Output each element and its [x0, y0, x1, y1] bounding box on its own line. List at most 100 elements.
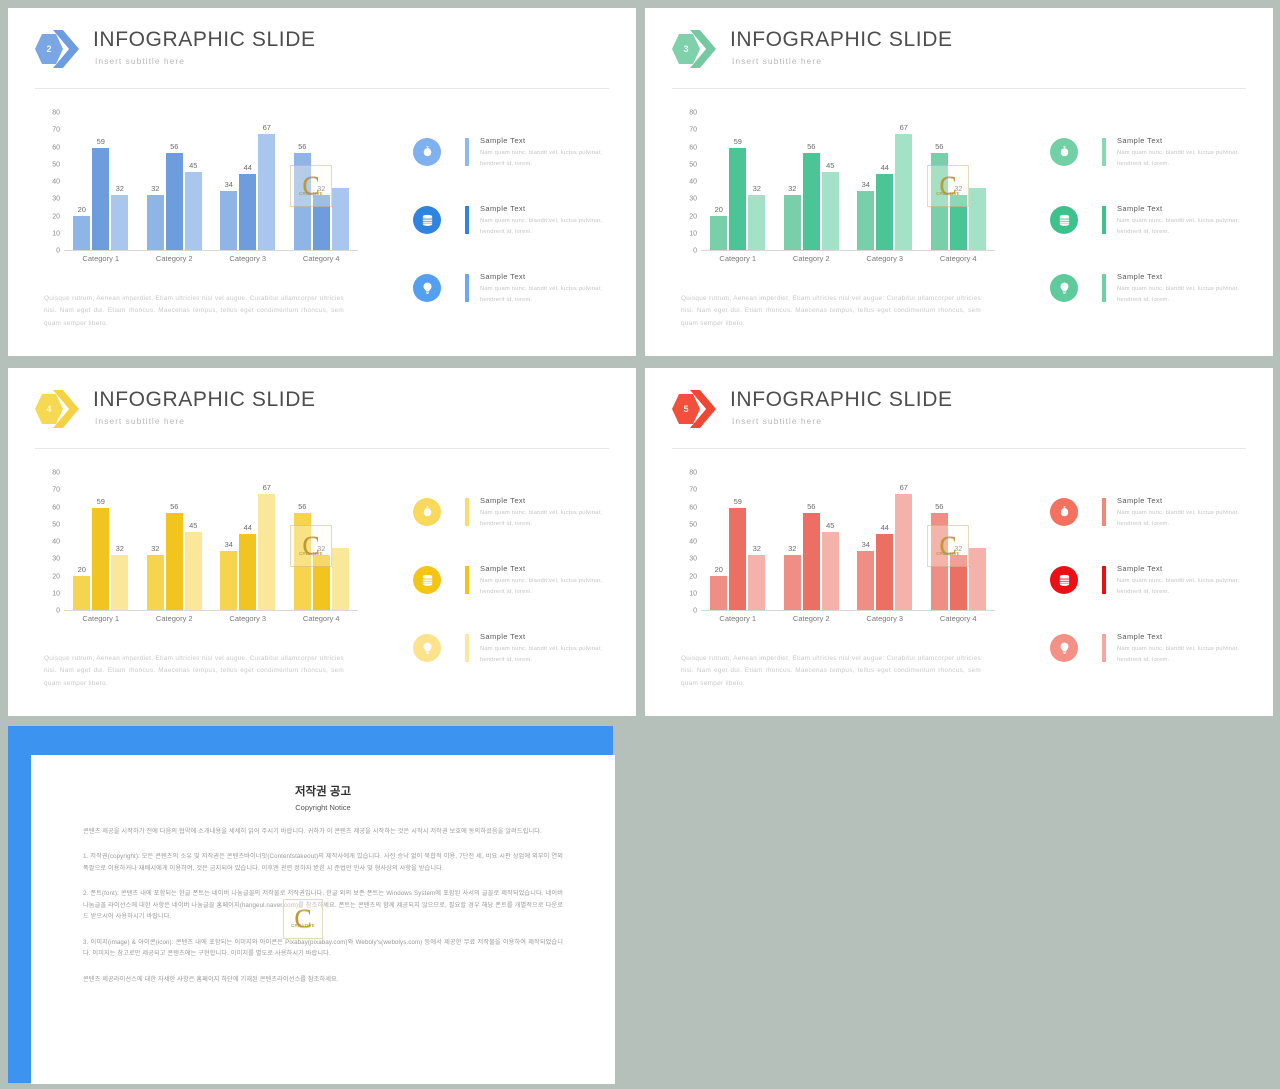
list-item[interactable]: $ Sample Text Nam quam nunc, blandit vel, …: [413, 496, 613, 564]
slide-number: 4: [46, 403, 52, 414]
bar-value-label: 20: [77, 204, 86, 214]
bar-value-label: 34: [861, 540, 870, 550]
y-axis-tick: 0: [693, 607, 697, 615]
bar-value-label: 67: [899, 123, 908, 133]
list-item-desc: Nam quam nunc, blandit vel, luctus pulvi…: [480, 646, 603, 663]
bar[interactable]: [748, 194, 766, 250]
bar-group: 32 56 45: [146, 473, 202, 610]
bar[interactable]: [73, 575, 91, 610]
list-item[interactable]: $ Sample Text Nam quam nunc, blandit vel, …: [1050, 496, 1250, 564]
bar[interactable]: [876, 174, 894, 250]
bar[interactable]: [293, 153, 311, 250]
list-item-title: Sample Text: [480, 204, 526, 213]
bar[interactable]: [239, 174, 257, 250]
bar[interactable]: [220, 191, 238, 250]
list-item[interactable]: $ Sample Text Nam quam nunc, blandit vel, …: [1050, 136, 1250, 204]
bar-slot: 44: [876, 113, 894, 250]
list-item[interactable]: Sample Text Nam quam nunc, blandit vel, l…: [1050, 564, 1250, 632]
bar[interactable]: [949, 194, 967, 250]
slide-logo: 5: [672, 390, 716, 428]
bar[interactable]: [802, 153, 820, 250]
x-axis-tick: Category 3: [866, 254, 904, 263]
bar[interactable]: [258, 494, 276, 610]
bar[interactable]: [930, 513, 948, 610]
bar[interactable]: [184, 532, 202, 610]
bar[interactable]: [729, 148, 747, 250]
slide-card-blue[interactable]: 2 INFOGRAPHIC SLIDE Insert subtitle here 80…: [8, 8, 636, 356]
bar[interactable]: [239, 534, 257, 610]
bar[interactable]: [968, 547, 986, 610]
bar[interactable]: [92, 508, 110, 610]
list-item-text: Sample Text Nam quam nunc, blandit vel, l…: [1117, 496, 1252, 530]
list-item-desc: Nam quam nunc, blandit vel, luctus pulvi…: [480, 218, 603, 235]
copyright-panel[interactable]: 저작권 공고 Copyright Notice 콘텐츠 제공을 시작하기 전에 …: [8, 726, 615, 1084]
bar[interactable]: [710, 575, 728, 610]
list-item-title: Sample Text: [480, 272, 526, 281]
bar[interactable]: [184, 172, 202, 250]
list-item[interactable]: $ Sample Text Nam quam nunc, blandit vel, …: [413, 136, 613, 204]
list-item[interactable]: Sample Text Nam quam nunc, blandit vel, l…: [413, 564, 613, 632]
lightbulb-icon: [1050, 274, 1078, 302]
slide-card-yellow[interactable]: 4 INFOGRAPHIC SLIDE Insert subtitle here 80…: [8, 368, 636, 716]
bar[interactable]: [111, 194, 129, 250]
bar[interactable]: [312, 194, 330, 250]
y-axis-tick: 70: [689, 126, 697, 134]
bar[interactable]: [857, 191, 875, 250]
bar[interactable]: [876, 534, 894, 610]
bar[interactable]: [729, 508, 747, 610]
y-axis-tick: 60: [52, 504, 60, 511]
bar-slot: 45: [184, 473, 202, 610]
list-item[interactable]: Sample Text Nam quam nunc, blandit vel, l…: [1050, 204, 1250, 272]
bar[interactable]: [783, 194, 801, 250]
slide-number: 5: [683, 403, 689, 414]
bar[interactable]: [821, 172, 839, 250]
list-item[interactable]: Sample Text Nam quam nunc, blandit vel, l…: [413, 632, 613, 700]
bar[interactable]: [146, 194, 164, 250]
bar[interactable]: [331, 187, 349, 250]
bar-slot: 32: [111, 113, 129, 250]
money-bag-icon: $: [413, 138, 441, 166]
bar[interactable]: [165, 153, 183, 250]
bar-value-label: 44: [243, 523, 252, 533]
bar-slot: 45: [184, 113, 202, 250]
list-item[interactable]: Sample Text Nam quam nunc, blandit vel, l…: [1050, 272, 1250, 340]
bar[interactable]: [293, 513, 311, 610]
bar[interactable]: [258, 134, 276, 250]
list-item[interactable]: Sample Text Nam quam nunc, blandit vel, l…: [413, 272, 613, 340]
copyright-intro: 콘텐츠 제공을 시작하기 전에 다음의 협약에 소개내용을 세세히 읽어 주시기…: [83, 828, 542, 835]
bar[interactable]: [92, 148, 110, 250]
hexagon-badge: 2: [35, 34, 63, 64]
bar[interactable]: [821, 532, 839, 610]
bar-value-label: 32: [752, 183, 761, 193]
list-item[interactable]: Sample Text Nam quam nunc, blandit vel, l…: [1050, 632, 1250, 700]
bar[interactable]: [146, 554, 164, 610]
bar-slot: [968, 113, 986, 250]
bar[interactable]: [73, 215, 91, 250]
slide-card-red[interactable]: 5 INFOGRAPHIC SLIDE Insert subtitle here 80…: [645, 368, 1273, 716]
list-item[interactable]: Sample Text Nam quam nunc, blandit vel, l…: [413, 204, 613, 272]
bar[interactable]: [895, 134, 913, 250]
bar[interactable]: [165, 513, 183, 610]
bar-group: 20 59 32: [73, 473, 129, 610]
y-axis-tick: 10: [689, 230, 697, 238]
bar[interactable]: [783, 554, 801, 610]
bar[interactable]: [331, 547, 349, 610]
bar[interactable]: [949, 554, 967, 610]
bar-slot: 67: [895, 473, 913, 610]
bar-slot: 56: [930, 473, 948, 610]
bar[interactable]: [220, 551, 238, 610]
bar[interactable]: [857, 551, 875, 610]
bar[interactable]: [111, 554, 129, 610]
bar[interactable]: [710, 215, 728, 250]
bar[interactable]: [312, 554, 330, 610]
bar-slot: 20: [710, 473, 728, 610]
bar[interactable]: [748, 554, 766, 610]
list-item-title: Sample Text: [1117, 136, 1163, 145]
list-item-desc: Nam quam nunc, blandit vel, luctus pulvi…: [1117, 286, 1240, 303]
slide-card-green[interactable]: 3 INFOGRAPHIC SLIDE Insert subtitle here 80…: [645, 8, 1273, 356]
bar[interactable]: [968, 187, 986, 250]
bar[interactable]: [930, 153, 948, 250]
y-axis-tick: 70: [52, 486, 60, 494]
bar[interactable]: [802, 513, 820, 610]
bar[interactable]: [895, 494, 913, 610]
